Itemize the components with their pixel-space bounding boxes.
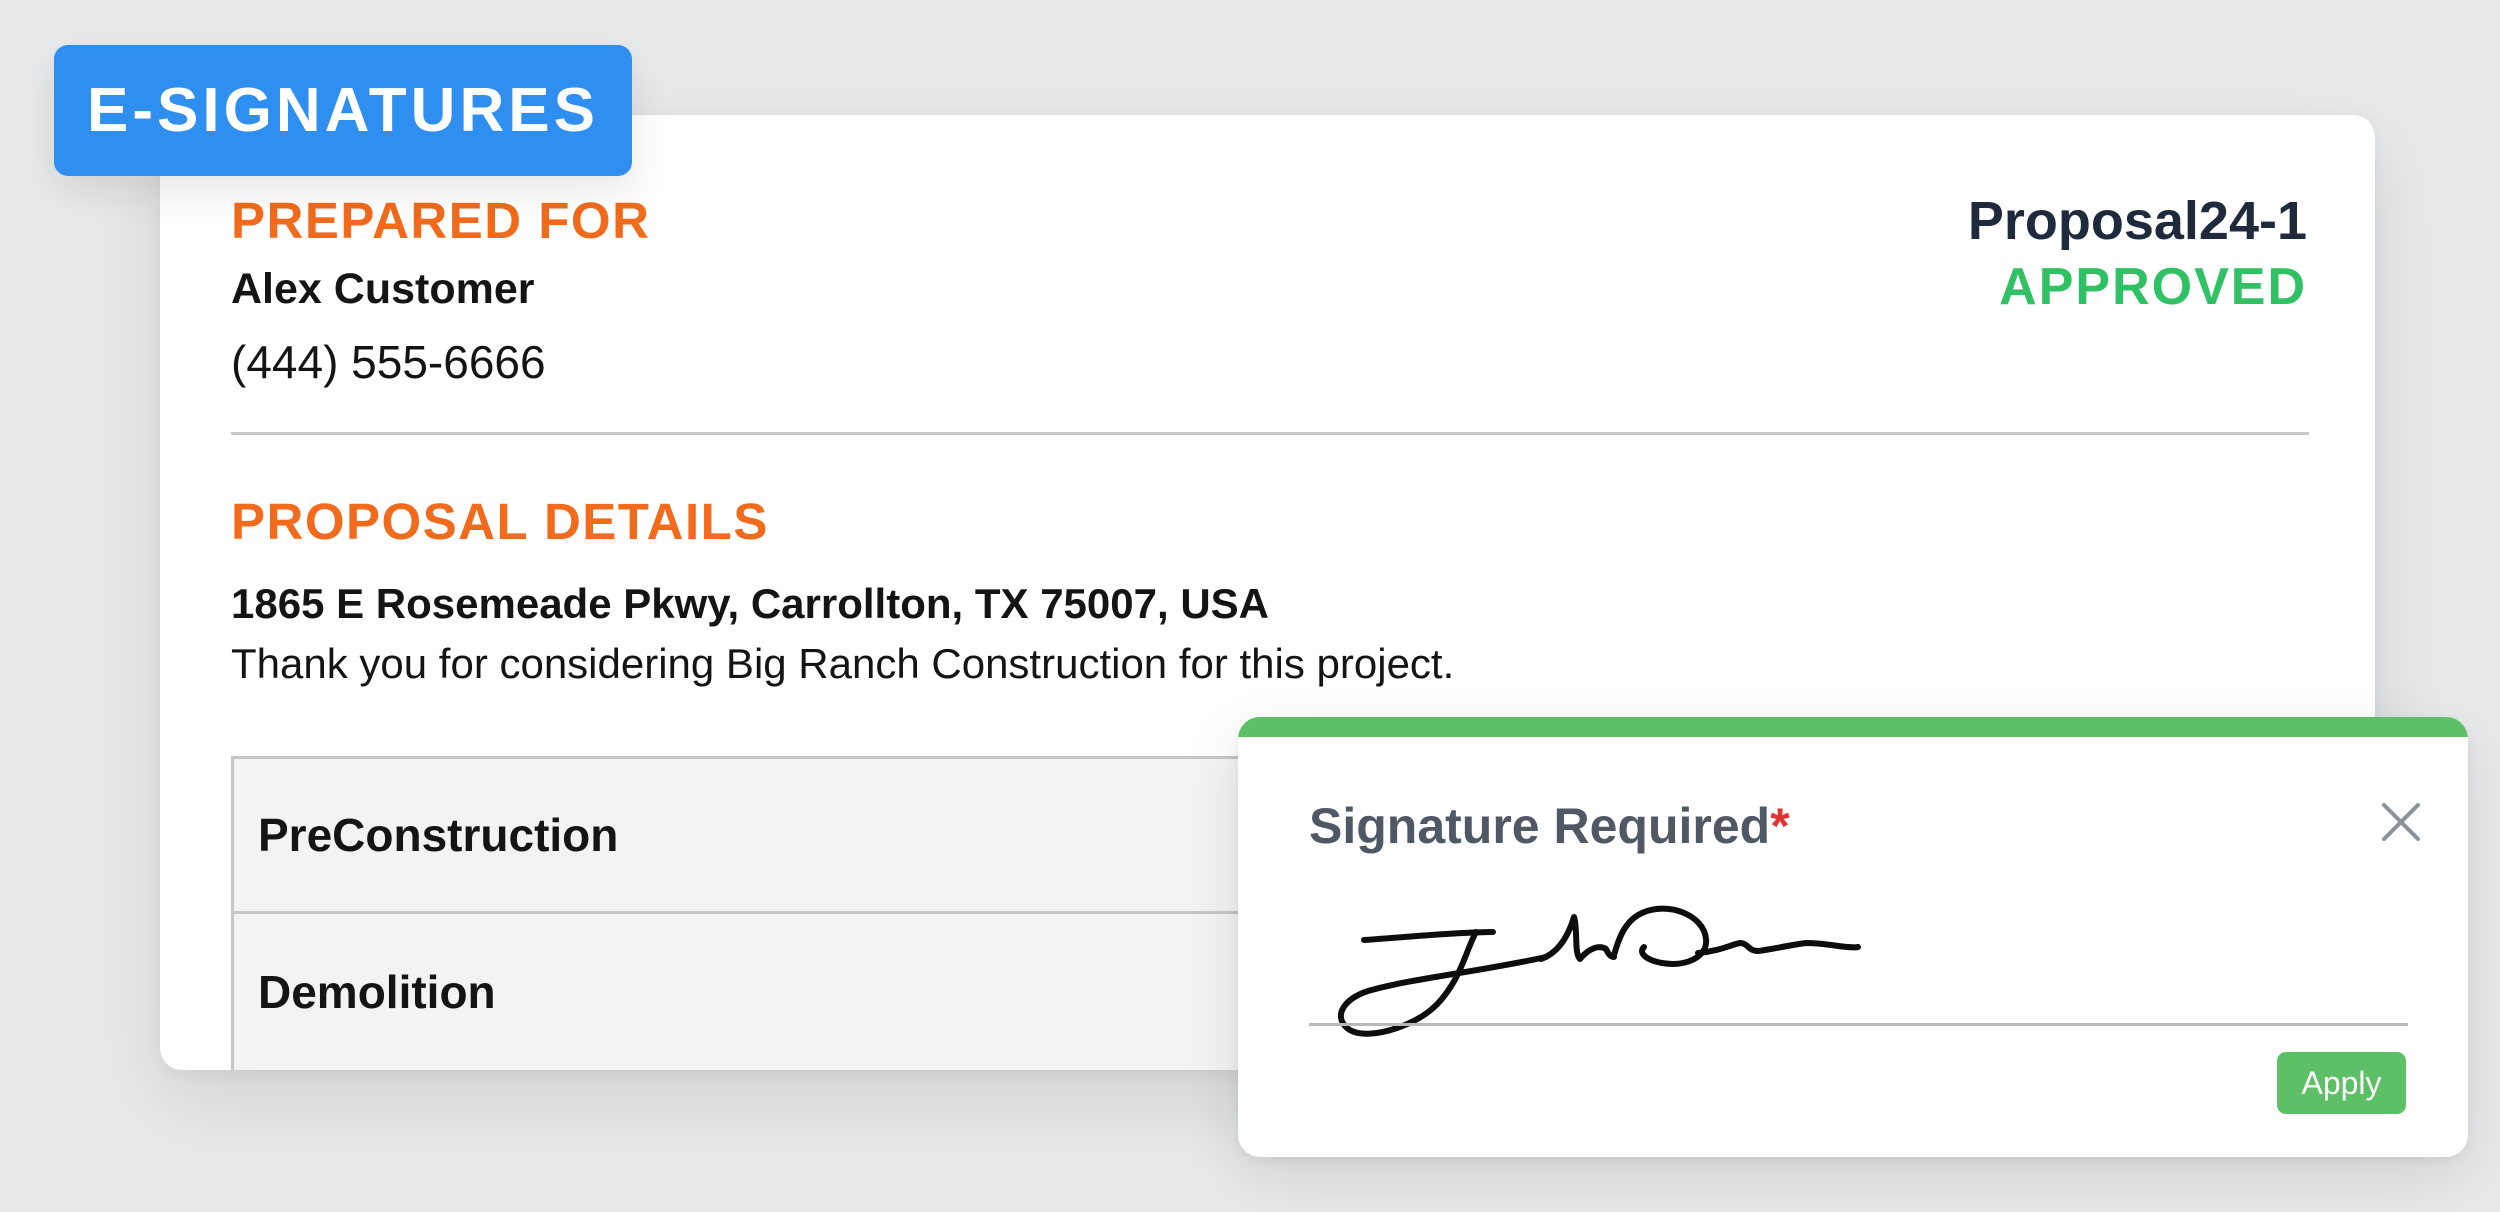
signature-dialog: Signature Required* Apply: [1238, 717, 2468, 1157]
proposal-details-heading: PROPOSAL DETAILS: [231, 493, 769, 550]
phase-name: Demolition: [258, 965, 496, 1018]
thank-you-message: Thank you for considering Big Ranch Cons…: [231, 640, 1455, 687]
required-asterisk: *: [1770, 798, 1790, 854]
signature-line: [1309, 1023, 2408, 1026]
signature-dialog-title: Signature Required*: [1309, 797, 1790, 855]
close-icon[interactable]: [2378, 799, 2424, 845]
phase-name: PreConstruction: [258, 809, 619, 861]
apply-button[interactable]: Apply: [2277, 1052, 2406, 1114]
customer-name: Alex Customer: [231, 265, 535, 313]
proposal-status-badge: APPROVED: [1999, 258, 2307, 316]
proposal-id: Proposal24-1: [1967, 191, 2307, 251]
customer-phone: (444) 555-6666: [231, 336, 546, 388]
dialog-accent-bar: [1238, 717, 2468, 737]
project-address: 1865 E Rosemeade Pkwy, Carrollton, TX 75…: [231, 580, 1270, 627]
section-divider: [231, 432, 2309, 435]
prepared-for-heading: PREPARED FOR: [231, 192, 651, 249]
e-signatures-badge: E-SIGNATURES: [54, 45, 632, 176]
signature-title-text: Signature Required: [1309, 798, 1771, 854]
